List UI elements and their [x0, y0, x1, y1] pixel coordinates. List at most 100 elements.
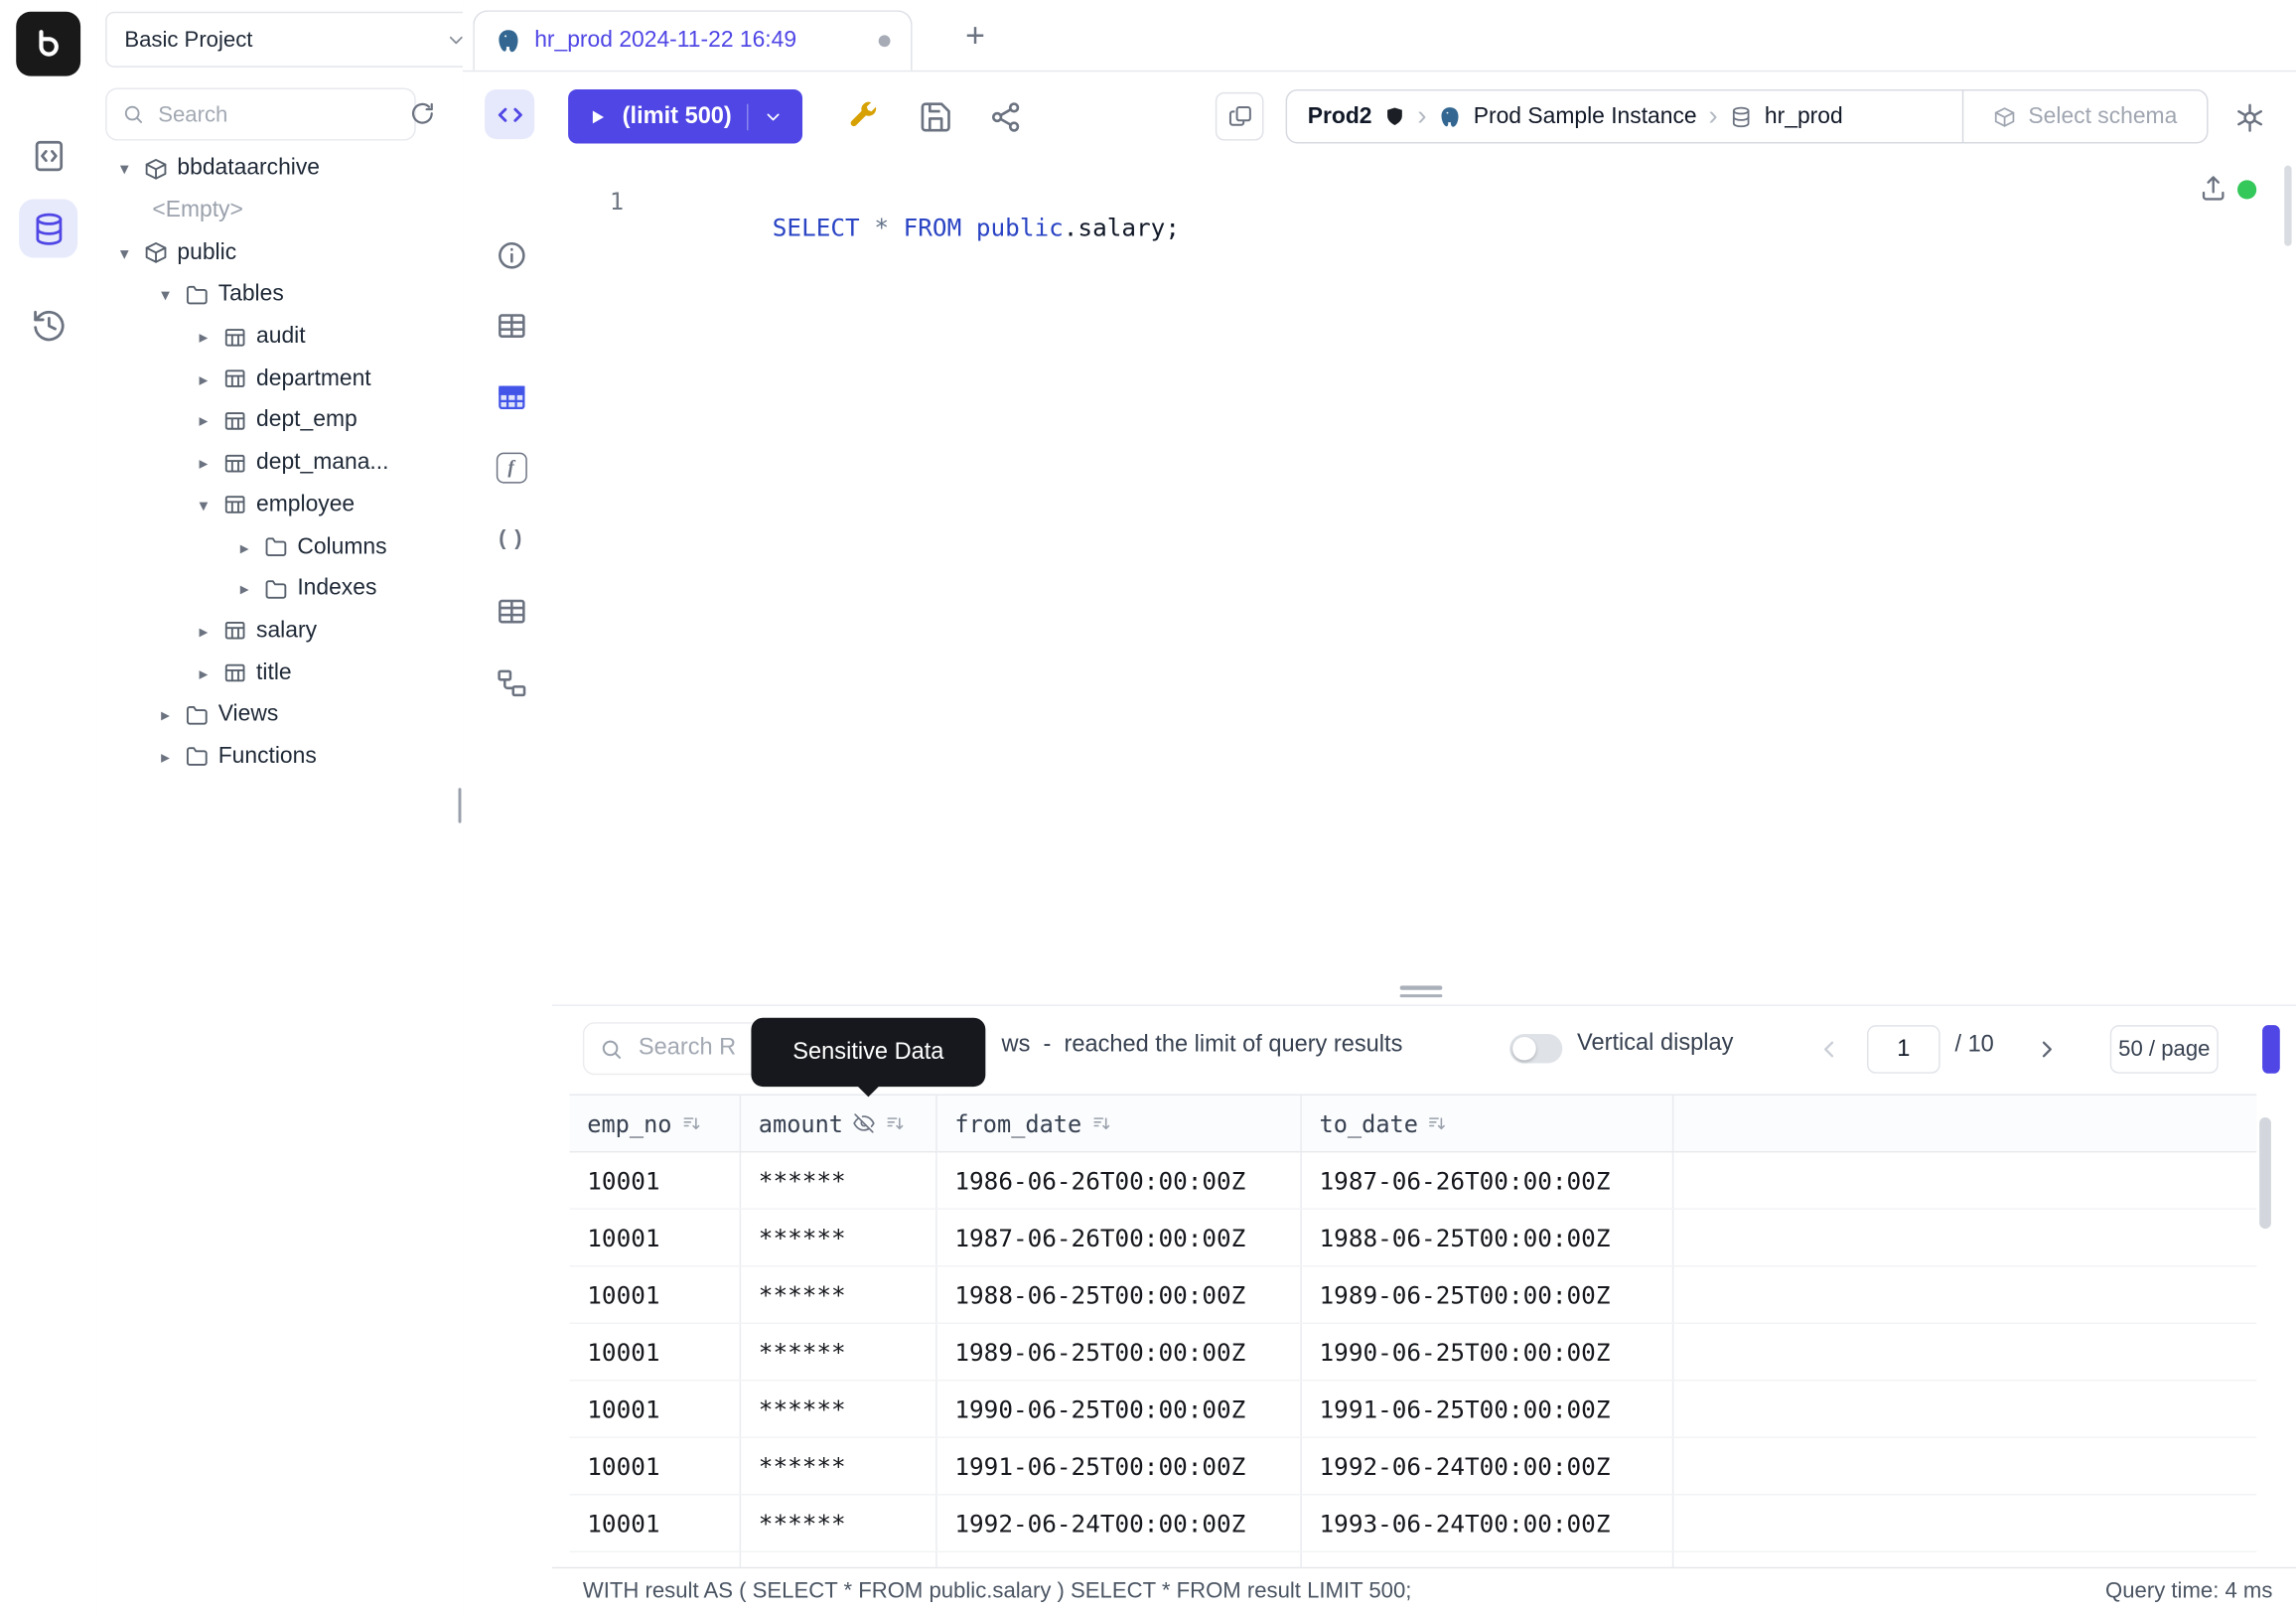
caret-right-icon[interactable]: [234, 579, 255, 600]
page-size-select[interactable]: 50 / page: [2110, 1025, 2219, 1074]
export-button-clipped[interactable]: [2262, 1025, 2280, 1074]
worksheet-nav-icon[interactable]: [0, 126, 96, 185]
postgres-icon: [1438, 104, 1462, 128]
column-header-from-date[interactable]: from_date: [937, 1096, 1302, 1151]
tree-item-functions[interactable]: Functions: [96, 736, 463, 778]
page-total-label: / 10: [1954, 1033, 1993, 1060]
prev-page-icon[interactable]: [1807, 1028, 1851, 1069]
external-table-icon[interactable]: [492, 592, 529, 630]
caret-down-icon[interactable]: [114, 242, 135, 263]
bytebase-logo[interactable]: [16, 12, 80, 76]
table-row[interactable]: 10001 ****** 1986-06-26T00:00:00Z 1987-0…: [570, 1152, 2257, 1210]
history-nav-icon[interactable]: [0, 296, 96, 355]
procedure-panel-icon[interactable]: [492, 519, 529, 557]
new-tab-button[interactable]: [954, 15, 995, 56]
search-input[interactable]: [155, 100, 399, 128]
caret-right-icon[interactable]: [194, 411, 215, 432]
tree-item-audit[interactable]: audit: [96, 316, 463, 358]
table-cell: 1992-06-24T00:00:00Z: [1302, 1438, 1674, 1494]
sidebar-search[interactable]: [105, 87, 416, 140]
caret-down-icon[interactable]: [194, 495, 215, 515]
schema-diagram-icon[interactable]: [492, 663, 529, 701]
table-row[interactable]: 10001 ****** 1991-06-25T00:00:00Z 1992-0…: [570, 1438, 2257, 1496]
sql-editor[interactable]: 1 SELECT * FROM public.salary;: [552, 152, 2296, 1004]
table-row[interactable]: 10001 ****** 1988-06-25T00:00:00Z 1989-0…: [570, 1266, 2257, 1324]
caret-right-icon[interactable]: [155, 747, 176, 768]
table-panel-icon[interactable]: [492, 306, 529, 344]
caret-right-icon[interactable]: [194, 327, 215, 348]
sort-icon[interactable]: [1090, 1112, 1112, 1134]
sort-icon[interactable]: [680, 1112, 702, 1134]
tree-item-public[interactable]: public: [96, 232, 463, 274]
panel-resize-handle[interactable]: [1400, 985, 1443, 1001]
select-schema-button[interactable]: Select schema: [1962, 90, 2207, 142]
caret-right-icon[interactable]: [155, 705, 176, 726]
info-icon[interactable]: [492, 235, 529, 273]
upload-sql-icon[interactable]: [2198, 173, 2228, 204]
caret-down-icon[interactable]: [155, 285, 176, 306]
table-cell-empty: [1673, 1495, 2256, 1550]
table-row[interactable]: 10001 ****** 1989-06-25T00:00:00Z 1990-0…: [570, 1324, 2257, 1382]
table-cell: 10001: [570, 1324, 742, 1380]
caret-right-icon[interactable]: [194, 662, 215, 683]
table-row[interactable]: 10001 ****** 1987-06-26T00:00:00Z 1988-0…: [570, 1210, 2257, 1267]
tree-item-dept-manager[interactable]: dept_mana...: [96, 442, 463, 484]
page-number-input[interactable]: 1: [1867, 1025, 1940, 1074]
table-icon: [222, 619, 247, 644]
code-panel-icon[interactable]: [485, 89, 534, 139]
main-panel: hr_prod 2024-11-22 16:49 (limit 500) Pro…: [463, 0, 2296, 1612]
tree-item-columns[interactable]: Columns: [96, 526, 463, 568]
table-cell: ******: [741, 1324, 937, 1380]
run-query-button[interactable]: (limit 500): [568, 89, 801, 144]
refresh-icon[interactable]: [398, 92, 445, 133]
table-row[interactable]: 10001 ****** 1992-06-24T00:00:00Z 1993-0…: [570, 1495, 2257, 1552]
table-cell: 1991-06-25T00:00:00Z: [937, 1438, 1302, 1494]
column-header-emp-no[interactable]: emp_no: [570, 1096, 742, 1151]
editor-side-rail: [463, 71, 552, 1005]
tree-item-dept-emp[interactable]: dept_emp: [96, 400, 463, 442]
caret-right-icon[interactable]: [234, 536, 255, 557]
column-header-to-date[interactable]: to_date: [1302, 1096, 1674, 1151]
ai-assistant-icon[interactable]: [2231, 99, 2268, 136]
tree-item-indexes[interactable]: Indexes: [96, 568, 463, 610]
column-header-amount[interactable]: amount: [741, 1096, 937, 1151]
tree-item-title[interactable]: title: [96, 653, 463, 694]
project-select[interactable]: Basic Project: [105, 12, 483, 68]
tree-item-tables[interactable]: Tables: [96, 274, 463, 316]
table-cell: 1990-06-25T00:00:00Z: [937, 1381, 1302, 1436]
eye-off-icon[interactable]: [852, 1111, 876, 1135]
database-nav-icon[interactable]: [19, 200, 77, 258]
format-sql-icon[interactable]: [840, 95, 883, 138]
table-icon: [222, 660, 247, 685]
table-cell: 10001: [570, 1438, 742, 1494]
sidebar: Basic Project bbdataarchive <Empty> publ…: [96, 0, 464, 1612]
copy-connection-icon[interactable]: [1216, 92, 1264, 141]
tab-bar: hr_prod 2024-11-22 16:49: [463, 0, 2296, 72]
connection-status-dot: [2237, 180, 2256, 199]
caret-right-icon[interactable]: [194, 368, 215, 389]
sensitive-table-icon[interactable]: [492, 377, 529, 415]
tab-hr-prod[interactable]: hr_prod 2024-11-22 16:49: [473, 10, 912, 70]
caret-right-icon[interactable]: [194, 453, 215, 474]
function-panel-icon[interactable]: [492, 448, 529, 486]
tree-item-employee[interactable]: employee: [96, 484, 463, 525]
caret-down-icon[interactable]: [114, 159, 135, 180]
results-scrollbar[interactable]: [2259, 1117, 2271, 1229]
caret-right-icon[interactable]: [194, 621, 215, 642]
table-cell: 1992-06-24T00:00:00Z: [937, 1495, 1302, 1550]
editor-scrollbar[interactable]: [2284, 166, 2291, 246]
connection-breadcrumb[interactable]: Prod2 Prod Sample Instance hr_prod Selec…: [1286, 89, 2209, 144]
tree-item-bbdataarchive[interactable]: bbdataarchive: [96, 148, 463, 190]
tree-item-department[interactable]: department: [96, 358, 463, 399]
sort-icon[interactable]: [1427, 1112, 1449, 1134]
tree-item-views[interactable]: Views: [96, 694, 463, 736]
table-row[interactable]: 10001 ****** 1990-06-25T00:00:00Z 1991-0…: [570, 1381, 2257, 1438]
save-icon[interactable]: [914, 95, 956, 138]
sort-icon[interactable]: [884, 1112, 906, 1134]
tree-item-salary[interactable]: salary: [96, 610, 463, 652]
vertical-display-toggle[interactable]: [1509, 1034, 1562, 1063]
next-page-icon[interactable]: [2024, 1028, 2068, 1069]
share-icon[interactable]: [984, 95, 1027, 138]
table-cell: 10001: [570, 1495, 742, 1550]
table-body: 10001 ****** 1986-06-26T00:00:00Z 1987-0…: [570, 1152, 2257, 1568]
